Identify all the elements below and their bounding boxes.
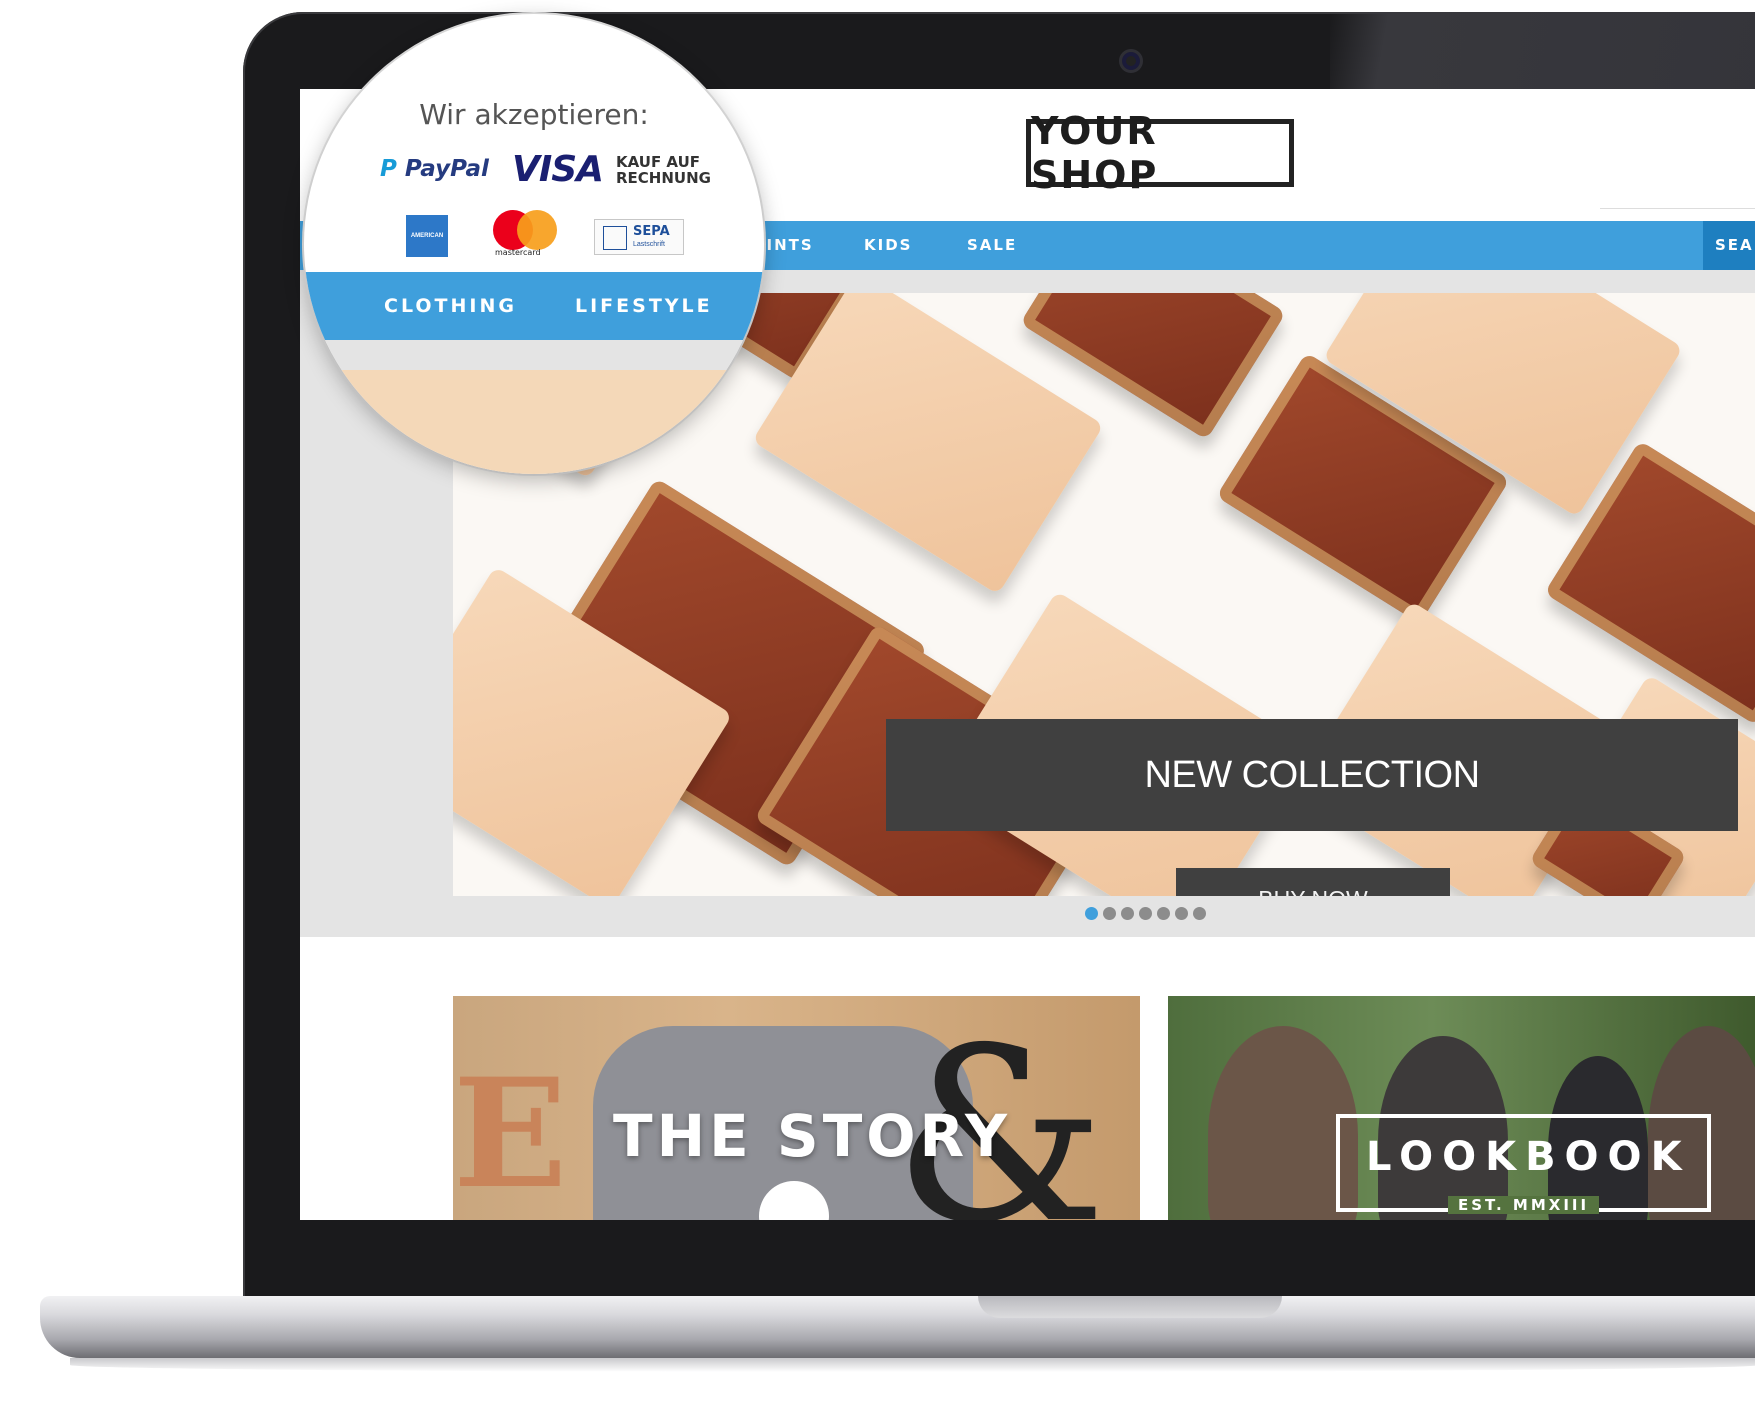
mastercard-logo: mastercard bbox=[493, 210, 557, 257]
invoice-logo: KAUF AUF RECHNUNG bbox=[616, 154, 711, 186]
invoice-line-1: KAUF AUF bbox=[616, 153, 700, 171]
laptop-base bbox=[40, 1296, 1755, 1358]
magnified-nav: CLOTHING LIFESTYLE bbox=[304, 272, 764, 340]
mastercard-yellow-circle bbox=[517, 210, 557, 250]
buy-now-button[interactable]: BUY NOW bbox=[1176, 868, 1450, 896]
mastercard-label: mastercard bbox=[495, 248, 541, 257]
magnified-hero-band bbox=[304, 340, 764, 370]
shop-logo[interactable]: YOUR SHOP bbox=[1026, 109, 1294, 197]
header-divider bbox=[1600, 208, 1755, 209]
sepa-icon bbox=[603, 226, 627, 250]
slider-dot[interactable] bbox=[1085, 907, 1098, 920]
lookbook-title: LOOKBOOK bbox=[1366, 1134, 1691, 1180]
nav-item-kids[interactable]: KIDS bbox=[864, 221, 912, 270]
laptop-base-shadow bbox=[70, 1358, 1755, 1372]
nav-item-clothing[interactable]: CLOTHING bbox=[384, 272, 517, 340]
invoice-line-2: RECHNUNG bbox=[616, 169, 711, 187]
sepa-label: SEPA bbox=[633, 224, 670, 239]
magnified-hero-image bbox=[334, 370, 764, 474]
amex-logo: AMERICAN EXPRESS bbox=[406, 215, 448, 281]
nav-item-lifestyle[interactable]: LIFESTYLE bbox=[575, 272, 713, 340]
story-title: THE STORY bbox=[613, 1102, 1012, 1170]
slider-dot[interactable] bbox=[1103, 907, 1116, 920]
payment-title: Wir akzeptieren: bbox=[419, 98, 649, 131]
search-button[interactable]: SEARCH bbox=[1703, 221, 1755, 270]
paypal-label: PayPal bbox=[404, 156, 489, 182]
slider-dot[interactable] bbox=[1139, 907, 1152, 920]
paypal-logo: P PayPal bbox=[380, 156, 489, 182]
slider-dot[interactable] bbox=[1157, 907, 1170, 920]
sepa-logo: SEPA Lastschrift bbox=[594, 219, 684, 255]
laptop-notch bbox=[978, 1296, 1282, 1318]
sepa-sublabel: Lastschrift bbox=[633, 241, 665, 248]
slider-dot[interactable] bbox=[1175, 907, 1188, 920]
slider-dot[interactable] bbox=[1121, 907, 1134, 920]
nav-item-sale[interactable]: SALE bbox=[967, 221, 1017, 270]
story-tile[interactable]: E & THE STORY bbox=[453, 996, 1140, 1220]
hero-headline: NEW COLLECTION bbox=[886, 719, 1738, 831]
decorative-letter: E bbox=[453, 1046, 568, 1220]
slider-dot[interactable] bbox=[1193, 907, 1206, 920]
lid-reflection bbox=[1330, 12, 1755, 92]
webcam-icon bbox=[1119, 49, 1143, 73]
lookbook-subtitle: EST. MMXIII bbox=[1448, 1196, 1600, 1214]
lookbook-tile[interactable]: LOOKBOOK EST. MMXIII bbox=[1168, 996, 1755, 1220]
visa-logo: VISA bbox=[512, 149, 604, 190]
payment-magnifier: Wir akzeptieren: P PayPal VISA KAUF AUF … bbox=[304, 14, 764, 474]
slider-dots bbox=[1085, 907, 1206, 920]
